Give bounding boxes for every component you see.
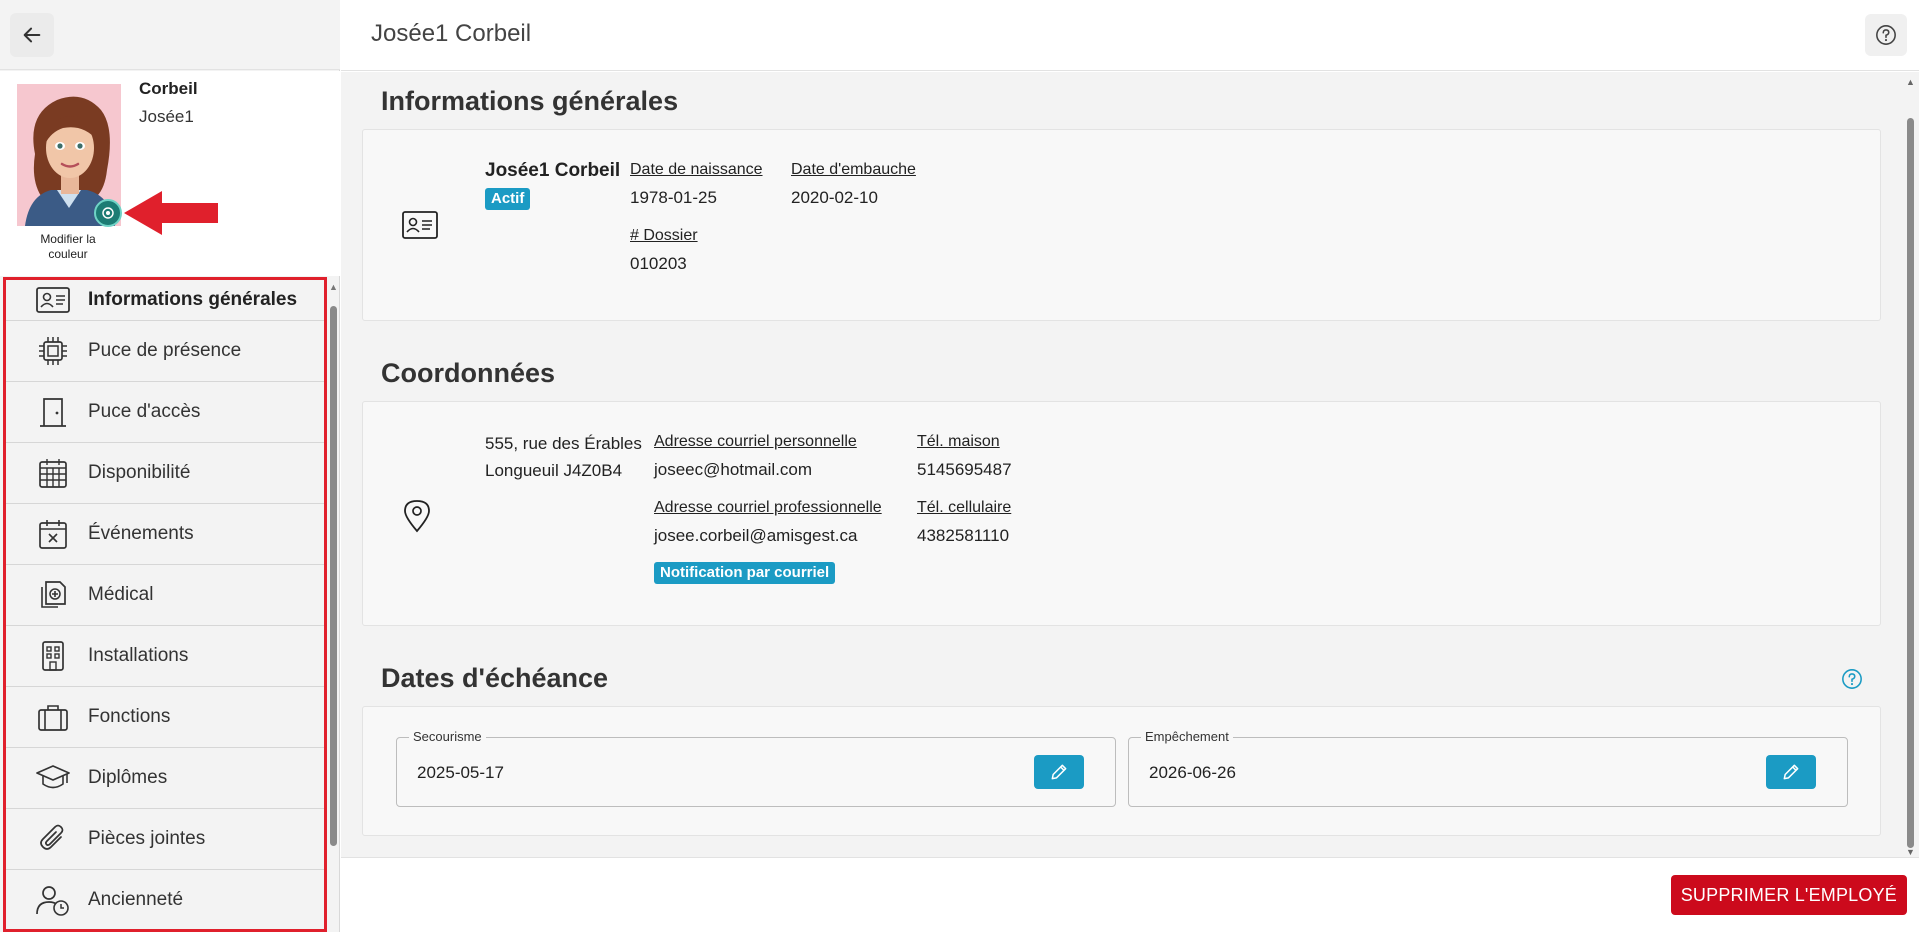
birth-date-value: 1978-01-25: [630, 188, 717, 207]
scroll-down-icon[interactable]: ▼: [1906, 847, 1915, 857]
map-pin-icon: [404, 500, 430, 533]
sidebar-item-attachments[interactable]: Pièces jointes: [6, 809, 324, 870]
chip-icon: [36, 334, 70, 368]
profile-card: Modifier la couleur Corbeil Josée1: [0, 71, 340, 276]
annotation-arrow-icon: [124, 191, 218, 235]
address-line-1: 555, rue des Érables: [485, 434, 642, 453]
pencil-icon: [1783, 764, 1799, 780]
sidebar-scrollbar[interactable]: ▲: [328, 282, 338, 932]
sidebar-item-label: Médical: [88, 584, 154, 605]
arrow-left-icon: [23, 27, 41, 43]
sidebar-item-medical[interactable]: Médical: [6, 565, 324, 626]
file-number-label: # Dossier: [630, 227, 698, 244]
sidebar-scroll-thumb[interactable]: [330, 306, 337, 846]
help-button[interactable]: [1865, 14, 1907, 56]
scroll-up-icon[interactable]: ▲: [329, 282, 338, 292]
sidebar-item-label: Puce d'accès: [88, 401, 201, 422]
sidebar-item-functions[interactable]: Fonctions: [6, 687, 324, 748]
address-line-2: Longueuil J4Z0B4: [485, 461, 623, 480]
home-phone-value: 5145695487: [917, 460, 1012, 479]
calendar-x-icon: [36, 517, 70, 551]
home-phone-label: Tél. maison: [917, 433, 1000, 450]
top-bar: Josée1 Corbeil: [341, 0, 1919, 71]
sidebar-item-installations[interactable]: Installations: [6, 626, 324, 687]
personal-email-label: Adresse courriel personnelle: [654, 433, 857, 450]
help-icon: [1876, 25, 1896, 45]
profile-last-name: Corbeil: [139, 79, 198, 98]
hire-date-label: Date d'embauche: [791, 161, 916, 178]
cell-phone-label: Tél. cellulaire: [917, 499, 1012, 516]
sidebar-item-label: Disponibilité: [88, 462, 191, 483]
sidebar-item-label: Fonctions: [88, 706, 171, 727]
sidebar-item-label: Ancienneté: [88, 889, 184, 910]
sidebar-item-label: Pièces jointes: [88, 828, 206, 849]
door-icon: [36, 395, 70, 429]
first-aid-value: 2025-05-17: [417, 763, 504, 782]
impediment-value: 2026-06-26: [1149, 763, 1236, 782]
paperclip-icon: [36, 822, 70, 856]
sidebar-item-label: Diplômes: [88, 767, 168, 788]
file-number-value: 010203: [630, 254, 687, 273]
medical-docs-icon: [36, 578, 70, 612]
notification-badge: Notification par courriel: [654, 562, 836, 584]
sidebar-item-seniority[interactable]: Ancienneté: [6, 870, 324, 929]
back-bar: [0, 0, 340, 70]
sidebar-item-presence-chip[interactable]: Puce de présence: [6, 321, 324, 382]
first-aid-label: Secourisme: [409, 729, 486, 744]
calendar-grid-icon: [36, 456, 70, 490]
section-title-contact: Coordonnées: [381, 358, 556, 388]
footer-bar: SUPPRIMER L'EMPLOYÉ: [341, 857, 1919, 932]
main-content: Informations générales Josée1 Corbeil Ac…: [341, 72, 1901, 857]
birth-date-label: Date de naissance: [630, 161, 763, 178]
edit-first-aid-button[interactable]: [1034, 755, 1084, 789]
sidebar-nav: Informations générales Puce de présence …: [3, 277, 327, 932]
id-card-icon: [36, 283, 70, 317]
id-card-icon: [402, 211, 438, 239]
status-badge: Actif: [485, 188, 531, 210]
sidebar-item-access-chip[interactable]: Puce d'accès: [6, 382, 324, 443]
sidebar-item-label: Événements: [88, 523, 194, 544]
change-photo-button[interactable]: [94, 199, 122, 227]
profile-first-name: Josée1: [139, 107, 194, 126]
sidebar-item-label: Informations générales: [88, 289, 298, 310]
edit-impediment-button[interactable]: [1766, 755, 1816, 789]
pro-email-label: Adresse courriel professionnelle: [654, 499, 882, 516]
sidebar-item-label: Installations: [88, 645, 189, 666]
section-title-general: Informations générales: [381, 86, 679, 116]
general-info-card: Josée1 Corbeil Actif Date de naissance 1…: [362, 129, 1881, 321]
personal-email-value: joseec@hotmail.com: [654, 460, 813, 479]
help-icon[interactable]: [1841, 668, 1863, 690]
camera-icon: [102, 207, 114, 219]
impediment-field[interactable]: Empêchement 2026-06-26: [1128, 729, 1848, 807]
sidebar-item-diplomas[interactable]: Diplômes: [6, 748, 324, 809]
hire-date-value: 2020-02-10: [791, 188, 878, 207]
main-scrollbar[interactable]: ▲ ▼: [1901, 72, 1919, 857]
impediment-label: Empêchement: [1141, 729, 1233, 744]
building-icon: [36, 639, 70, 673]
section-title-due-dates: Dates d'échéance: [381, 663, 609, 693]
employee-full-name: Josée1 Corbeil: [485, 160, 621, 181]
briefcase-icon: [36, 700, 70, 734]
pro-email-value: josee.corbeil@amisgest.ca: [654, 526, 858, 545]
cell-phone-value: 4382581110: [917, 526, 1010, 545]
delete-employee-button[interactable]: SUPPRIMER L'EMPLOYÉ: [1670, 875, 1907, 915]
page-title: Josée1 Corbeil: [371, 20, 532, 47]
sidebar: Modifier la couleur Corbeil Josée1 Infor…: [0, 0, 340, 932]
graduation-cap-icon: [36, 761, 70, 795]
contact-card: 555, rue des Érables Longueuil J4Z0B4 Ad…: [362, 401, 1881, 626]
user-clock-icon: [36, 883, 70, 917]
back-button[interactable]: [10, 13, 54, 57]
due-dates-card: Secourisme 2025-05-17 Empêchement 2026-0…: [362, 706, 1881, 836]
sidebar-item-general-info[interactable]: Informations générales: [6, 280, 324, 321]
change-color-link[interactable]: Modifier la couleur: [20, 232, 116, 262]
pencil-icon: [1051, 764, 1067, 780]
scroll-up-icon[interactable]: ▲: [1906, 77, 1915, 87]
main-scroll-thumb[interactable]: [1907, 118, 1914, 848]
first-aid-field[interactable]: Secourisme 2025-05-17: [396, 729, 1116, 807]
sidebar-item-label: Puce de présence: [88, 340, 242, 361]
sidebar-item-events[interactable]: Événements: [6, 504, 324, 565]
sidebar-item-availability[interactable]: Disponibilité: [6, 443, 324, 504]
